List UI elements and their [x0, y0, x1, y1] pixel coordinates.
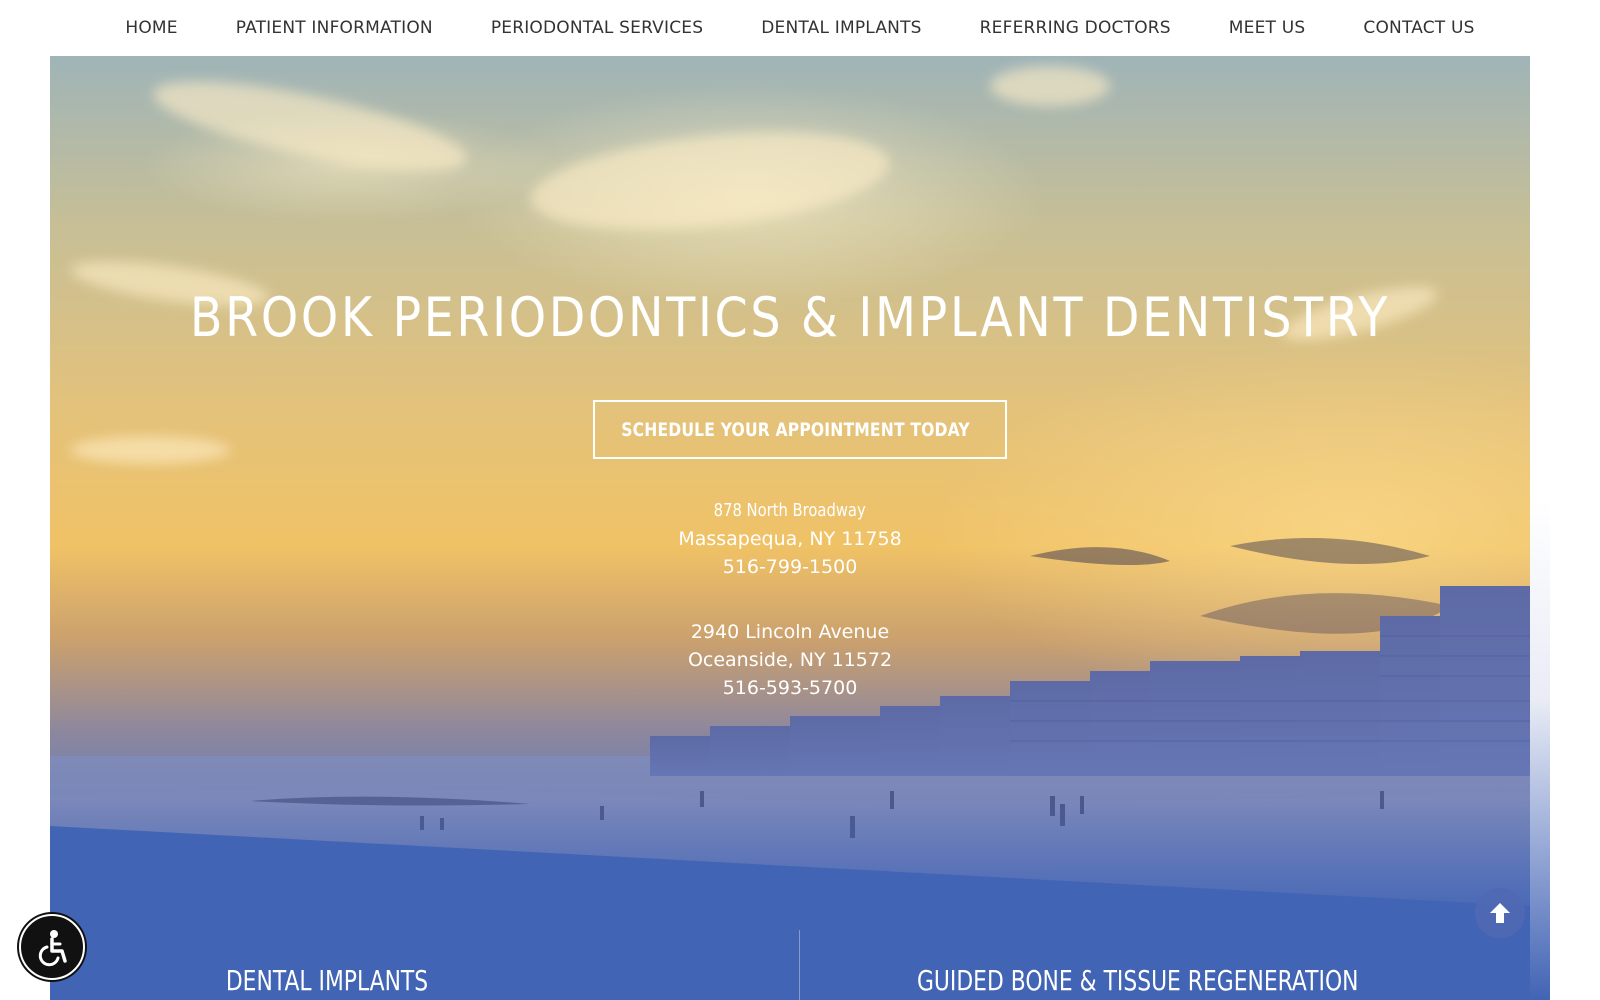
scroll-to-top-button[interactable]	[1475, 888, 1525, 938]
page-edge-strip	[1530, 500, 1550, 1000]
location-city: Oceanside, NY 11572	[687, 649, 893, 671]
location-city: Massapequa, NY 11758	[678, 528, 902, 550]
feature-divider	[799, 930, 800, 1000]
location-oceanside: 2940 Lincoln Avenue Oceanside, NY 11572 …	[50, 618, 1530, 702]
wheelchair-icon	[38, 930, 67, 967]
feature-title-dental-implants[interactable]: DENTAL IMPLANTS	[171, 964, 483, 997]
schedule-appointment-label: SCHEDULE YOUR APPOINTMENT TODAY	[621, 418, 971, 441]
location-phone[interactable]: 516-593-5700	[50, 674, 1530, 702]
nav-item-referring-doctors[interactable]: REFERRING DOCTORS	[951, 18, 1200, 38]
main-nav: HOME PATIENT INFORMATION PERIODONTAL SER…	[0, 0, 1600, 56]
nav-item-contact-us[interactable]: CONTACT US	[1334, 18, 1503, 38]
nav-item-dental-implants[interactable]: DENTAL IMPLANTS	[732, 18, 950, 38]
hero-title: BROOK PERIODONTICS & IMPLANT DENTISTRY	[189, 286, 1391, 349]
accessibility-button[interactable]	[19, 914, 85, 980]
schedule-appointment-button[interactable]: SCHEDULE YOUR APPOINTMENT TODAY	[593, 400, 1007, 459]
feature-title-bone-regeneration[interactable]: GUIDED BONE & TISSUE REGENERATION	[917, 964, 1358, 997]
nav-item-meet-us[interactable]: MEET US	[1200, 18, 1335, 38]
location-massapequa: 878 North Broadway Massapequa, NY 11758 …	[50, 496, 1530, 581]
nav-item-periodontal-services[interactable]: PERIODONTAL SERVICES	[462, 18, 732, 38]
location-phone[interactable]: 516-799-1500	[50, 553, 1530, 581]
nav-item-patient-information[interactable]: PATIENT INFORMATION	[207, 18, 462, 38]
main-nav-list: HOME PATIENT INFORMATION PERIODONTAL SER…	[96, 18, 1503, 38]
arrow-up-circle-icon	[1490, 903, 1510, 923]
location-street: 2940 Lincoln Avenue	[690, 621, 890, 643]
location-street: 878 North Broadway	[713, 500, 867, 521]
nav-item-home[interactable]: HOME	[96, 18, 206, 38]
